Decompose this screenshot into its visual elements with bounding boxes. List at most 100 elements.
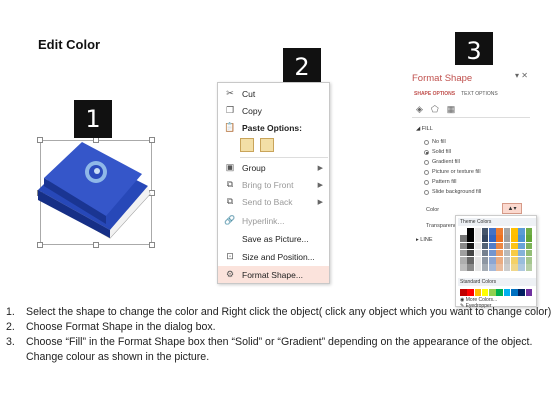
color-swatch[interactable] (511, 228, 518, 235)
color-swatch[interactable] (460, 242, 467, 250)
color-picker-button[interactable]: ▲▾ (502, 203, 522, 214)
color-swatch[interactable] (467, 257, 474, 264)
color-swatch[interactable] (496, 264, 503, 271)
color-swatch[interactable] (474, 264, 482, 271)
color-swatch[interactable] (481, 289, 489, 296)
color-swatch[interactable] (481, 257, 489, 264)
color-swatch[interactable] (503, 264, 511, 271)
option-slide-background-fill[interactable]: Slide background fill (424, 189, 481, 195)
color-swatch[interactable] (511, 235, 518, 242)
color-swatch[interactable] (489, 264, 496, 271)
color-swatch[interactable] (489, 242, 496, 250)
color-swatch[interactable] (489, 235, 496, 242)
color-swatch[interactable] (496, 235, 503, 242)
option-no-fill[interactable]: No fill (424, 139, 446, 145)
color-swatch[interactable] (489, 249, 496, 257)
menu-item-bring-to-front[interactable]: ⧉ Bring to Front ▶ (218, 176, 329, 193)
list-item: 1. Select the shape to change the color … (6, 306, 552, 318)
color-swatch[interactable] (496, 249, 503, 257)
color-swatch[interactable] (467, 228, 474, 235)
color-swatch[interactable] (460, 289, 467, 296)
color-swatch[interactable] (503, 289, 511, 296)
option-pattern-fill[interactable]: Pattern fill (424, 179, 456, 185)
menu-item-copy[interactable]: ❐ Copy (218, 102, 329, 119)
menu-item-hyperlink[interactable]: 🔗 Hyperlink... (218, 212, 329, 229)
menu-item-save-as-picture[interactable]: Save as Picture... (218, 230, 329, 247)
tab-shape-options[interactable]: SHAPE OPTIONS (414, 91, 455, 97)
color-swatch[interactable] (474, 242, 482, 250)
color-swatch[interactable] (474, 228, 482, 235)
paste-keep-icon[interactable] (240, 138, 254, 152)
effects-icon[interactable]: ⬠ (431, 104, 439, 115)
menu-item-format-shape[interactable]: ⚙ Format Shape... (218, 266, 329, 283)
color-swatch[interactable] (518, 264, 525, 271)
color-swatch[interactable] (525, 228, 533, 235)
hyperlink-icon: 🔗 (224, 215, 236, 225)
color-swatch[interactable] (496, 228, 503, 235)
color-swatch[interactable] (481, 228, 489, 235)
menu-item-size-and-position[interactable]: ⊡ Size and Position... (218, 248, 329, 265)
color-swatch[interactable] (496, 289, 503, 296)
fill-section-header[interactable]: ◢ FILL (416, 126, 433, 132)
menu-item-send-to-back[interactable]: ⧉ Send to Back ▶ (218, 193, 329, 210)
color-swatch[interactable] (481, 264, 489, 271)
color-swatch[interactable] (525, 249, 533, 257)
color-swatch[interactable] (518, 249, 525, 257)
color-swatch[interactable] (467, 249, 474, 257)
color-swatch[interactable] (481, 235, 489, 242)
color-swatch[interactable] (474, 257, 482, 264)
color-swatch[interactable] (474, 249, 482, 257)
color-swatch[interactable] (503, 249, 511, 257)
color-swatch[interactable] (467, 235, 474, 242)
close-icon[interactable]: ▾ ✕ (515, 71, 528, 80)
color-swatch[interactable] (460, 249, 467, 257)
color-swatch[interactable] (467, 242, 474, 250)
color-swatch[interactable] (467, 289, 474, 296)
color-swatch[interactable] (511, 289, 518, 296)
color-swatch[interactable] (460, 235, 467, 242)
option-gradient-fill[interactable]: Gradient fill (424, 159, 460, 165)
color-swatch[interactable] (489, 228, 496, 235)
tab-text-options[interactable]: TEXT OPTIONS (461, 91, 498, 97)
color-swatch[interactable] (511, 249, 518, 257)
color-swatch[interactable] (518, 242, 525, 250)
menu-item-group[interactable]: ▣ Group ▶ (218, 159, 329, 176)
fill-line-icon[interactable]: ◈ (416, 104, 423, 115)
color-swatch[interactable] (503, 235, 511, 242)
color-swatch[interactable] (481, 249, 489, 257)
color-swatch[interactable] (474, 289, 482, 296)
color-swatch[interactable] (496, 242, 503, 250)
format-shape-icon: ⚙ (225, 269, 235, 279)
color-swatch[interactable] (525, 235, 533, 242)
color-swatch[interactable] (460, 228, 467, 235)
paste-picture-icon[interactable] (260, 138, 274, 152)
color-swatch[interactable] (474, 235, 482, 242)
color-swatch[interactable] (489, 257, 496, 264)
color-swatch[interactable] (503, 242, 511, 250)
color-swatch[interactable] (503, 257, 511, 264)
color-swatch[interactable] (511, 242, 518, 250)
color-swatch[interactable] (525, 289, 533, 296)
color-swatch[interactable] (496, 257, 503, 264)
color-swatch[interactable] (511, 257, 518, 264)
color-swatch[interactable] (503, 228, 511, 235)
color-swatch[interactable] (525, 257, 533, 264)
color-swatch[interactable] (460, 264, 467, 271)
color-swatch[interactable] (518, 235, 525, 242)
option-picture-fill[interactable]: Picture or texture fill (424, 169, 481, 175)
line-section-header[interactable]: ▸ LINE (416, 237, 433, 243)
size-properties-icon[interactable]: ▦ (447, 104, 456, 115)
option-solid-fill[interactable]: Solid fill (424, 149, 451, 155)
color-swatch[interactable] (525, 264, 533, 271)
color-swatch[interactable] (518, 257, 525, 264)
color-swatch[interactable] (489, 289, 496, 296)
color-swatch[interactable] (518, 289, 525, 296)
color-swatch[interactable] (525, 242, 533, 250)
color-swatch[interactable] (481, 242, 489, 250)
color-swatch[interactable] (518, 228, 525, 235)
color-swatch[interactable] (511, 264, 518, 271)
color-swatch[interactable] (467, 264, 474, 271)
color-swatch[interactable] (460, 257, 467, 264)
book-shape[interactable] (30, 120, 160, 250)
menu-item-cut[interactable]: ✂ Cut (218, 85, 329, 102)
